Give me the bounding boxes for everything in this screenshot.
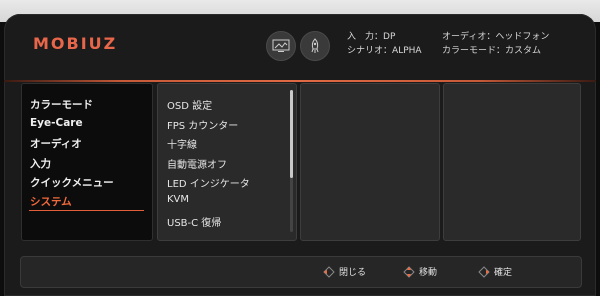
audio-label: オーディオ <box>442 32 487 42</box>
hint-confirm-label: 確定 <box>494 268 513 278</box>
menu-item-color-mode[interactable]: カラーモード <box>30 97 93 112</box>
hint-close: 閉じる <box>323 265 366 278</box>
display-mode-icon[interactable] <box>266 31 296 61</box>
hint-move: 移動 <box>403 265 437 278</box>
detail-panel-1 <box>300 83 440 241</box>
submenu-scrollbar[interactable] <box>290 90 293 232</box>
submenu-item-crosshair[interactable]: 十字線 <box>167 136 197 151</box>
submenu-item-kvm[interactable]: KVM <box>167 194 189 205</box>
input-label: 入 力 <box>347 32 375 42</box>
brand-logo: MOBIUZ <box>33 34 118 53</box>
active-underline <box>29 210 144 211</box>
submenu-item-fps-counter[interactable]: FPS カウンター <box>167 117 238 132</box>
submenu-item-osd[interactable]: OSD 設定 <box>167 97 212 112</box>
scenario-value: ALPHA <box>392 46 422 56</box>
menu-item-quick-menu[interactable]: クイックメニュー <box>30 175 114 190</box>
scenario-label: シナリオ <box>347 46 384 56</box>
joystick-right-icon <box>478 265 490 278</box>
input-value: DP <box>383 32 396 42</box>
menu-item-audio[interactable]: オーディオ <box>30 136 82 151</box>
header-divider <box>4 80 596 82</box>
menu-item-eye-care[interactable]: Eye-Care <box>30 117 83 129</box>
submenu-item-led-indicator[interactable]: LED インジケータ <box>167 175 250 190</box>
osd-menu: MOBIUZ 入 力： DP シナリオ： ALPHA オーディオ：ヘッドフォン カラ… <box>4 14 596 296</box>
colormode-value: カスタム <box>505 46 542 56</box>
audio-value: ヘッドフォン <box>495 32 550 42</box>
main-menu-panel: カラーモード Eye-Care オーディオ 入力 クイックメニュー システム <box>21 83 153 241</box>
rocket-icon[interactable] <box>300 31 330 61</box>
detail-panel-2 <box>443 83 581 241</box>
submenu-panel: OSD 設定 FPS カウンター 十字線 自動電源オフ LED インジケータ K… <box>157 83 297 241</box>
signal-info: 入 力： DP シナリオ： ALPHA <box>347 32 422 56</box>
joystick-left-icon <box>323 265 335 278</box>
scrollbar-thumb[interactable] <box>290 90 293 178</box>
hint-close-label: 閉じる <box>339 268 367 278</box>
joystick-updown-icon <box>403 265 415 278</box>
menu-item-input[interactable]: 入力 <box>30 156 51 171</box>
status-info: オーディオ：ヘッドフォン カラーモード：カスタム <box>442 32 550 56</box>
hint-move-label: 移動 <box>419 268 438 278</box>
hint-confirm: 確定 <box>478 265 512 278</box>
submenu-item-auto-power-off[interactable]: 自動電源オフ <box>167 156 227 171</box>
colormode-label: カラーモード <box>442 46 497 56</box>
submenu-item-usbc-wake[interactable]: USB-C 復帰 <box>167 214 221 229</box>
footer-hints: 閉じる 移動 確定 <box>20 256 582 288</box>
menu-item-system[interactable]: システム <box>30 194 72 209</box>
osd-header: MOBIUZ 入 力： DP シナリオ： ALPHA オーディオ：ヘッドフォン カラ… <box>4 14 596 79</box>
